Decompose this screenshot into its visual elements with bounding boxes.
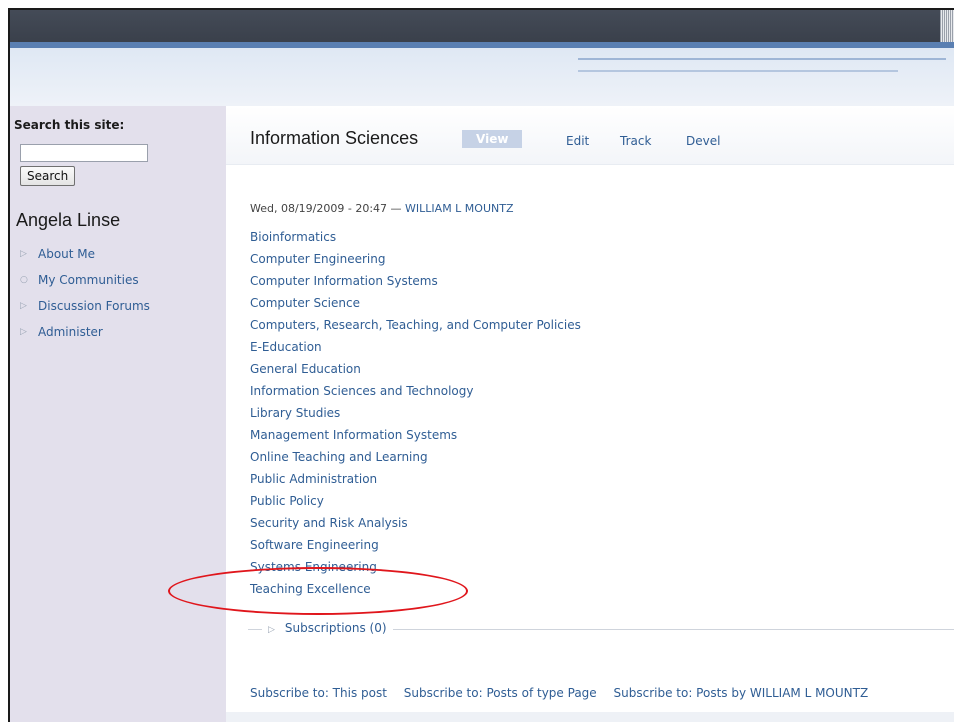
sidebar: Search this site: Search Angela Linse ▷ … bbox=[10, 106, 226, 722]
triangle-bullet-icon: ▷ bbox=[20, 249, 27, 259]
list-item[interactable]: Teaching Excellence bbox=[250, 582, 581, 604]
sidebar-item-discussion-forums[interactable]: ▷ Discussion Forums bbox=[20, 293, 150, 319]
browser-frame: Search this site: Search Angela Linse ▷ … bbox=[8, 8, 954, 722]
sidebar-item-label: Administer bbox=[38, 325, 103, 339]
sidebar-menu: ▷ About Me ○ My Communities ▷ Discussion… bbox=[20, 241, 150, 345]
term-list: Bioinformatics Computer Engineering Comp… bbox=[250, 230, 581, 604]
list-item[interactable]: Computer Information Systems bbox=[250, 274, 581, 296]
subscriptions-label: Subscriptions (0) bbox=[284, 621, 387, 635]
circle-bullet-icon: ○ bbox=[20, 275, 28, 285]
page-title: Information Sciences bbox=[250, 128, 419, 148]
header-accent-line bbox=[578, 70, 898, 72]
list-item[interactable]: E-Education bbox=[250, 340, 581, 362]
list-item[interactable]: Library Studies bbox=[250, 406, 581, 428]
main-content: Information Sciences View Edit Track Dev… bbox=[226, 106, 954, 722]
sidebar-item-administer[interactable]: ▷ Administer bbox=[20, 319, 150, 345]
triangle-bullet-icon: ▷ bbox=[20, 327, 27, 337]
subscribe-page-type-link[interactable]: Subscribe to: Posts of type Page bbox=[404, 686, 597, 700]
list-item[interactable]: Software Engineering bbox=[250, 538, 581, 560]
sidebar-item-my-communities[interactable]: ○ My Communities bbox=[20, 267, 150, 293]
tab-devel[interactable]: Devel bbox=[686, 134, 720, 148]
sidebar-item-label: About Me bbox=[38, 247, 96, 261]
subscriptions-toggle[interactable]: ▷ Subscriptions (0) bbox=[262, 621, 393, 635]
list-item[interactable]: Information Sciences and Technology bbox=[250, 384, 581, 406]
user-name-heading: Angela Linse bbox=[16, 210, 121, 230]
list-item[interactable]: Systems Engineering bbox=[250, 560, 581, 582]
list-item[interactable]: Public Policy bbox=[250, 494, 581, 516]
footer-band bbox=[226, 712, 954, 722]
list-item[interactable]: Computers, Research, Teaching, and Compu… bbox=[250, 318, 581, 340]
top-banner bbox=[10, 10, 954, 70]
sidebar-item-label: Discussion Forums bbox=[38, 299, 150, 313]
header-accent-line bbox=[578, 58, 946, 60]
subscribe-author-link[interactable]: Subscribe to: Posts by WILLIAM L MOUNTZ bbox=[614, 686, 869, 700]
author-link[interactable]: WILLIAM L MOUNTZ bbox=[405, 202, 513, 215]
list-item[interactable]: Bioinformatics bbox=[250, 230, 581, 252]
search-button[interactable]: Search bbox=[20, 166, 76, 186]
tab-view[interactable]: View bbox=[462, 130, 523, 148]
list-item[interactable]: Public Administration bbox=[250, 472, 581, 494]
post-date: Wed, 08/19/2009 - 20:47 bbox=[250, 202, 388, 215]
triangle-right-icon: ▷ bbox=[268, 625, 275, 635]
post-meta: Wed, 08/19/2009 - 20:47 — WILLIAM L MOUN… bbox=[250, 202, 514, 215]
subscribe-this-post-link[interactable]: Subscribe to: This post bbox=[250, 686, 387, 700]
list-item[interactable]: Security and Risk Analysis bbox=[250, 516, 581, 538]
subscribe-links: Subscribe to: This post Subscribe to: Po… bbox=[250, 686, 881, 700]
tab-edit[interactable]: Edit bbox=[566, 134, 589, 148]
list-item[interactable]: Computer Science bbox=[250, 296, 581, 318]
triangle-bullet-icon: ▷ bbox=[20, 301, 27, 311]
tab-track[interactable]: Track bbox=[620, 134, 651, 148]
list-item[interactable]: Management Information Systems bbox=[250, 428, 581, 450]
header-band bbox=[10, 48, 954, 106]
list-item[interactable]: Computer Engineering bbox=[250, 252, 581, 274]
sidebar-item-label: My Communities bbox=[38, 273, 139, 287]
meta-separator: — bbox=[387, 202, 406, 215]
sidebar-item-about-me[interactable]: ▷ About Me bbox=[20, 241, 150, 267]
search-input[interactable] bbox=[20, 144, 148, 162]
subscriptions-fieldset: ▷ Subscriptions (0) bbox=[248, 621, 954, 637]
list-item[interactable]: Online Teaching and Learning bbox=[250, 450, 581, 472]
search-label: Search this site: bbox=[14, 118, 125, 132]
list-item[interactable]: General Education bbox=[250, 362, 581, 384]
